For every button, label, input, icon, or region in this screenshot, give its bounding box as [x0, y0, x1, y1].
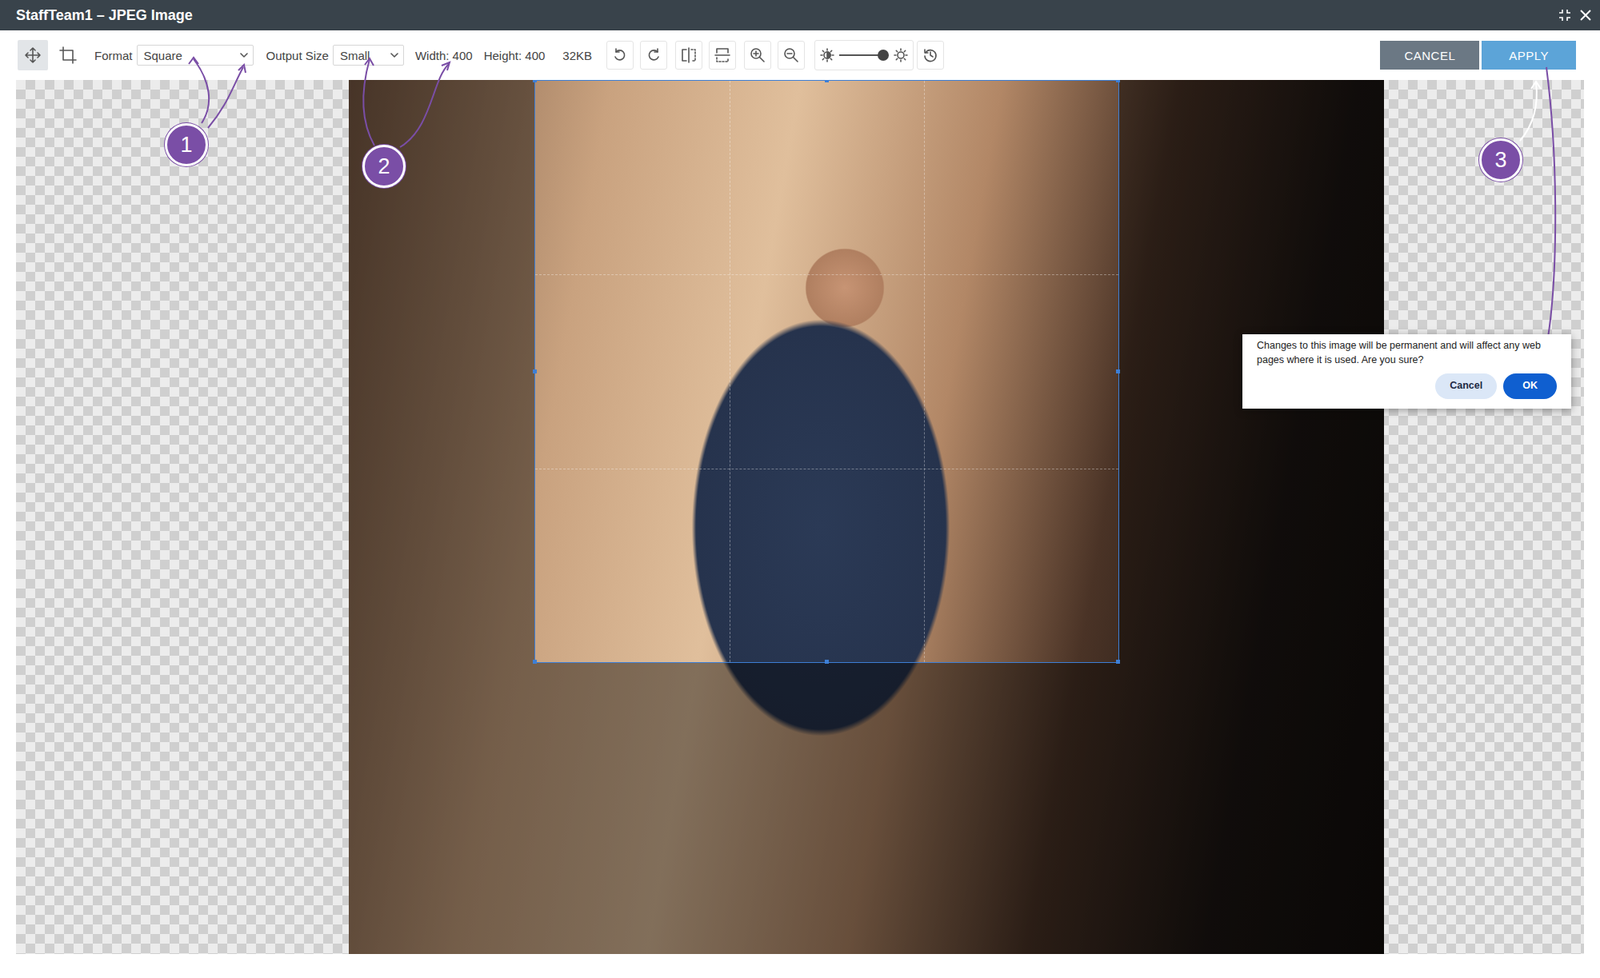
output-size-label: Output Size: [266, 48, 329, 63]
photo: [348, 80, 1384, 955]
apply-button[interactable]: APPLY: [1481, 40, 1576, 70]
step-badge: 3: [1479, 138, 1523, 182]
cancel-button[interactable]: CANCEL: [1380, 40, 1480, 70]
brightness-slider[interactable]: [839, 54, 889, 56]
brightness-fill: [839, 54, 884, 56]
flip-horizontal-icon: [680, 46, 698, 64]
reset[interactable]: [916, 40, 944, 70]
dialog-cancel-button[interactable]: Cancel: [1435, 373, 1497, 400]
step-badge: 2: [362, 144, 406, 188]
crop-handle[interactable]: [1116, 369, 1120, 374]
zoom-out-icon: [783, 47, 800, 64]
rotate-right[interactable]: [640, 40, 668, 70]
format-select[interactable]: Square: [136, 44, 254, 66]
chevron-down-icon: [390, 52, 399, 58]
brightness-knob[interactable]: [877, 49, 889, 61]
window-title: StaffTeam1 – JPEG Image: [16, 7, 1559, 24]
crop-tool[interactable]: [52, 40, 84, 71]
output-size-select[interactable]: Small: [332, 44, 404, 66]
close-icon[interactable]: [1579, 8, 1592, 22]
image-canvas: [16, 80, 1584, 955]
crop-handle[interactable]: [1116, 80, 1120, 83]
collapse-icon[interactable]: [1558, 8, 1572, 22]
crop-tool-icon: [58, 45, 78, 65]
crop-handle[interactable]: [532, 660, 537, 664]
brightness-high-icon: [893, 48, 908, 63]
flip-horizontal[interactable]: [675, 40, 703, 70]
flip-vertical[interactable]: [708, 40, 736, 70]
move-tool-icon: [24, 46, 42, 64]
zoom-in-icon: [749, 47, 766, 64]
crop-handle[interactable]: [532, 369, 537, 374]
height-readout: Height: 400: [484, 48, 546, 63]
width-readout: Width: 400: [415, 48, 473, 63]
rotate-right-icon: [645, 47, 662, 64]
crop-handle[interactable]: [532, 80, 537, 83]
brightness-control: [814, 40, 914, 71]
flip-vertical-icon: [713, 46, 732, 64]
annotation-arrows: [0, 0, 1600, 978]
confirm-dialog: Changes to this image will be permanent …: [1242, 334, 1572, 409]
reset-icon: [922, 47, 939, 64]
ok-button[interactable]: OK: [1503, 373, 1557, 400]
rotate-left-icon: [612, 47, 628, 64]
crop-handle[interactable]: [824, 660, 829, 664]
file-size: 32KB: [562, 48, 592, 63]
dialog-message: Changes to this image will be permanent …: [1256, 339, 1557, 368]
brightness-low-icon: [820, 48, 835, 63]
title-bar: StaffTeam1 – JPEG Image: [0, 0, 1600, 31]
rotate-left[interactable]: [606, 40, 634, 70]
zoom-in[interactable]: [744, 40, 772, 70]
format-label: Format: [94, 48, 133, 63]
chevron-down-icon: [240, 52, 248, 58]
toolbar: FormatSquare Output SizeSmall Width: 400 He…: [0, 30, 1600, 80]
crop-handle[interactable]: [1116, 660, 1120, 664]
crop-handle[interactable]: [824, 80, 829, 83]
move-tool[interactable]: [17, 40, 48, 71]
crop-box[interactable]: [534, 80, 1120, 664]
step-badge: 1: [164, 123, 208, 167]
zoom-out[interactable]: [777, 40, 805, 70]
